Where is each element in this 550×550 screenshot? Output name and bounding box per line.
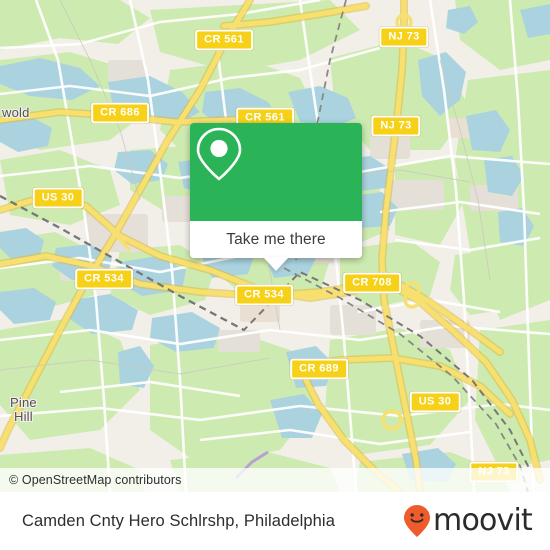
shield-cr-534-west[interactable]: CR 534	[75, 268, 133, 290]
bottom-info-bar: Camden Cnty Hero Schlrshp, Philadelphia …	[0, 492, 550, 550]
map-canvas[interactable]: wold Pine Hill CR 561 NJ 73 CR 686 CR 56…	[0, 0, 550, 492]
shield-cr-686[interactable]: CR 686	[91, 102, 149, 124]
take-me-there-label: Take me there	[226, 230, 326, 248]
shield-nj-73-north[interactable]: NJ 73	[379, 26, 429, 48]
popup-pointer	[263, 257, 289, 271]
shield-us-30-east[interactable]: US 30	[409, 391, 461, 413]
shield-cr-708[interactable]: CR 708	[343, 272, 401, 294]
shield-nj-73-upper[interactable]: NJ 73	[371, 115, 421, 137]
place-title: Camden Cnty Hero Schlrshp, Philadelphia	[22, 511, 335, 530]
popup-cta-area[interactable]: Take me there	[190, 221, 362, 258]
shield-cr-534-center[interactable]: CR 534	[235, 284, 293, 306]
moovit-logo[interactable]: moovit	[402, 503, 533, 538]
shield-us-30-west[interactable]: US 30	[32, 187, 84, 209]
popup-marker-area	[190, 123, 362, 221]
moovit-wordmark: moovit	[433, 503, 533, 538]
osm-attribution-text[interactable]: © OpenStreetMap contributors	[0, 473, 182, 487]
destination-popup-card[interactable]: Take me there	[190, 123, 362, 271]
shield-cr-561-north[interactable]: CR 561	[195, 29, 253, 51]
moovit-pin-icon	[404, 505, 431, 537]
map-pin-icon	[196, 127, 242, 181]
moovit-map-screen: wold Pine Hill CR 561 NJ 73 CR 686 CR 56…	[0, 0, 550, 550]
map-attribution-bar: © OpenStreetMap contributors	[0, 468, 550, 492]
shield-cr-689[interactable]: CR 689	[290, 358, 348, 380]
